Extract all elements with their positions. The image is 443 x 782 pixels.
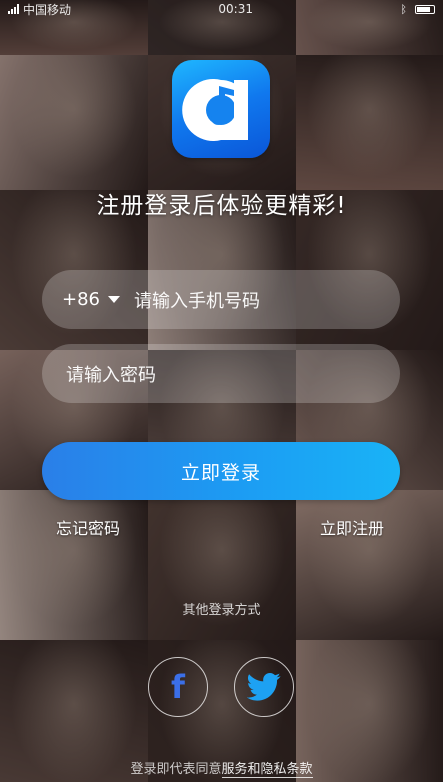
country-code-label: +86 — [62, 289, 100, 310]
terms-notice: 登录即代表同意服务和隐私条款 — [0, 758, 443, 778]
forgot-password-link[interactable]: 忘记密码 — [56, 515, 120, 539]
app-logo — [172, 60, 270, 158]
terms-link[interactable]: 服务和隐私条款 — [221, 762, 313, 778]
battery-icon — [415, 4, 435, 14]
twitter-login-button[interactable] — [234, 657, 294, 717]
facebook-icon: f — [171, 668, 185, 706]
caret-down-icon — [108, 296, 120, 303]
other-login-label: 其他登录方式 — [182, 603, 261, 618]
password-input[interactable]: 请输入密码 — [66, 361, 156, 387]
country-code-selector[interactable]: +86 — [62, 289, 120, 310]
terms-prefix: 登录即代表同意 — [130, 762, 222, 777]
phone-number-input[interactable]: 请输入手机号码 — [134, 287, 260, 313]
carrier-name: 中国移动 — [23, 2, 72, 17]
signal-icon — [8, 4, 19, 14]
twitter-icon — [247, 672, 281, 701]
bluetooth-icon: ᛒ — [400, 2, 407, 16]
login-button[interactable]: 立即登录 — [42, 442, 400, 500]
phone-input-row[interactable]: +86 请输入手机号码 — [42, 270, 400, 329]
facebook-login-button[interactable]: f — [148, 657, 208, 717]
register-link[interactable]: 立即注册 — [320, 515, 384, 539]
page-headline: 注册登录后体验更精彩! — [96, 193, 347, 219]
music-note-app-logo-icon — [182, 79, 249, 141]
status-time: 00:31 — [218, 2, 253, 16]
status-bar: 中国移动 00:31 ᛒ — [0, 0, 443, 18]
password-input-row[interactable]: 请输入密码 — [42, 344, 400, 403]
